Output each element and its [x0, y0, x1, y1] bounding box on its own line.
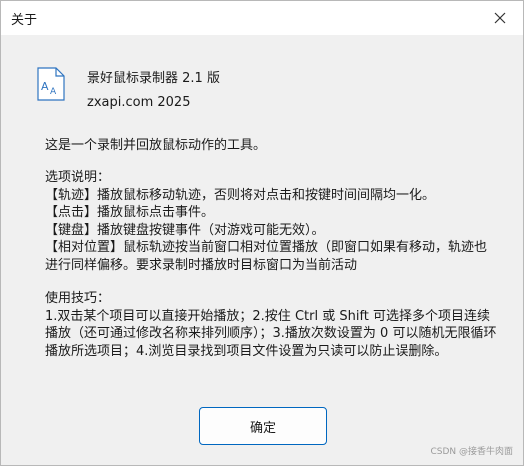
option-line: 【相对位置】鼠标轨迹按当前窗口相对位置播放（即窗口如果有移动，轨迹也进行同样偏移…: [45, 240, 488, 273]
svg-text:A: A: [50, 87, 57, 97]
option-line: 【点击】播放鼠标点击事件。: [45, 205, 215, 221]
tips-text: 使用技巧： 1.双击某个项目可以直接开始播放；2.按住 Ctrl 或 Shift…: [45, 290, 501, 360]
close-button[interactable]: [477, 1, 523, 35]
options-heading: 选项说明：: [45, 170, 111, 185]
ok-button[interactable]: 确定: [199, 407, 327, 445]
title-bar[interactable]: 关于: [1, 1, 523, 35]
tips-body: 1.双击某个项目可以直接开始播放；2.按住 Ctrl 或 Shift 可选择多个…: [45, 308, 497, 359]
close-icon: [494, 12, 506, 24]
tips-heading: 使用技巧：: [45, 291, 111, 306]
option-line: 【轨迹】播放鼠标移动轨迹，否则将对点击和按键时间间隔均一化。: [45, 187, 436, 203]
document-font-icon: A A: [37, 67, 65, 101]
app-version: zxapi.com 2025: [87, 95, 191, 110]
watermark: CSDN @接香牛肉面: [430, 447, 513, 457]
window-title: 关于: [11, 13, 38, 28]
svg-text:A: A: [41, 80, 49, 93]
app-name: 景好鼠标录制器 2.1 版: [87, 71, 220, 86]
about-dialog: 关于 A A 景好鼠标录制器 2.1 版 zxapi.com 2025 这是一个…: [0, 0, 524, 466]
app-description: 这是一个录制并回放鼠标动作的工具。: [45, 138, 267, 153]
options-text[interactable]: 选项说明： 【轨迹】播放鼠标移动轨迹，否则将对点击和按键时间间隔均一化。 【点击…: [45, 169, 497, 287]
option-line: 【键盘】播放键盘按键事件（对游戏可能无效）。: [45, 222, 325, 238]
